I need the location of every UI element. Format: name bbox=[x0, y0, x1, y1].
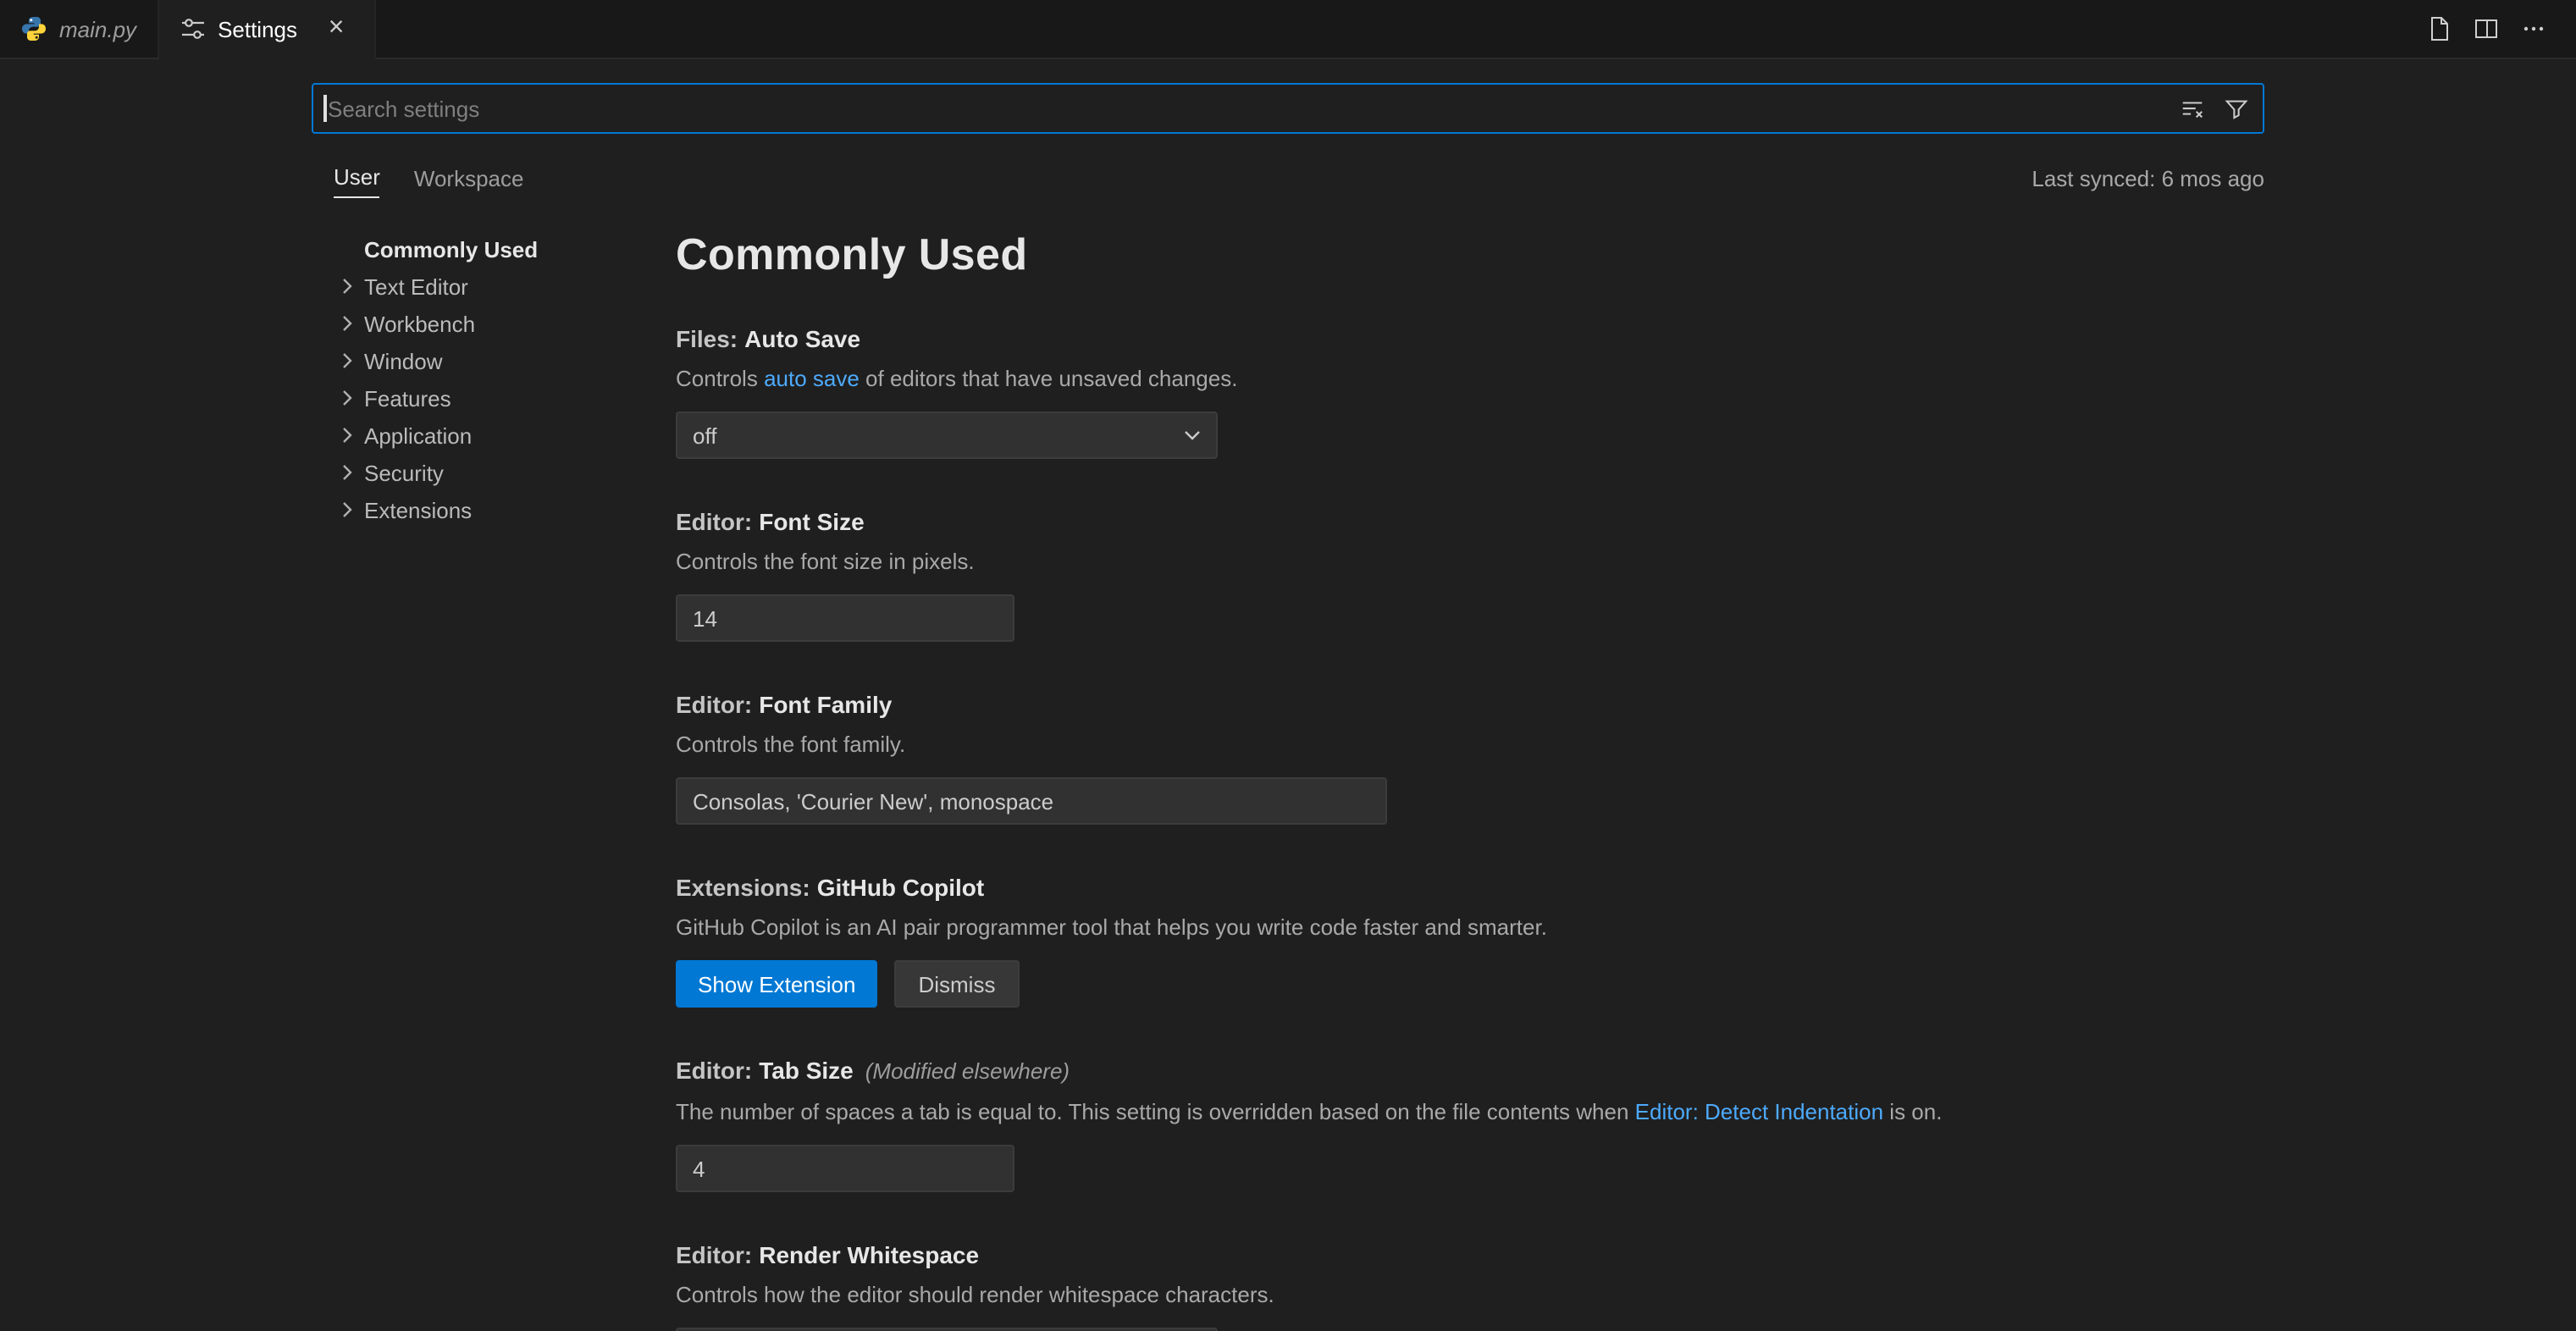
render-whitespace-select[interactable] bbox=[676, 1328, 1218, 1331]
chevron-right-icon bbox=[334, 422, 361, 449]
show-extension-button[interactable]: Show Extension bbox=[676, 960, 877, 1008]
setting-description: Controls auto save of editors that have … bbox=[676, 362, 2264, 396]
settings-editor: Search settings bbox=[0, 59, 2576, 1331]
detect-indentation-link[interactable]: Editor: Detect Indentation bbox=[1635, 1099, 1883, 1124]
setting-category: Editor: bbox=[676, 1057, 752, 1084]
toc-item-workbench[interactable]: Workbench bbox=[334, 305, 676, 342]
toc-item-application[interactable]: Application bbox=[334, 417, 676, 454]
setting-category: Editor: bbox=[676, 691, 752, 718]
setting-title: Files:Auto Save bbox=[676, 322, 2264, 356]
setting-name: GitHub Copilot bbox=[817, 874, 985, 901]
toc-indent bbox=[334, 235, 361, 262]
settings-sliders-icon bbox=[179, 15, 206, 42]
setting-title: Editor: Font Size bbox=[676, 505, 2264, 538]
chevron-right-icon bbox=[334, 273, 361, 300]
setting-title: Extensions: GitHub Copilot bbox=[676, 870, 2264, 904]
setting-title: Editor: Tab Size (Modified elsewhere) bbox=[676, 1053, 2264, 1089]
python-icon bbox=[20, 15, 47, 42]
toc-item-extensions[interactable]: Extensions bbox=[334, 491, 676, 528]
editor-tab-bar: main.py Settings × bbox=[0, 0, 2576, 59]
setting-description: The number of spaces a tab is equal to. … bbox=[676, 1096, 2264, 1129]
setting-title: Editor: Render Whitespace bbox=[676, 1238, 2264, 1272]
split-editor-icon[interactable] bbox=[2464, 7, 2508, 51]
tab-label: main.py bbox=[59, 16, 136, 41]
font-size-input[interactable] bbox=[676, 594, 1014, 642]
setting-description: Controls the font size in pixels. bbox=[676, 545, 2264, 579]
setting-title: Editor: Font Family bbox=[676, 688, 2264, 721]
tab-label: Settings bbox=[218, 16, 297, 41]
setting-files-auto-save: Files:Auto Save Controls auto save of ed… bbox=[676, 322, 2264, 459]
setting-editor-render-whitespace: Editor: Render Whitespace Controls how th… bbox=[676, 1238, 2264, 1331]
chevron-right-icon bbox=[334, 496, 361, 523]
chevron-right-icon bbox=[334, 384, 361, 411]
tab-size-input[interactable] bbox=[676, 1145, 1014, 1192]
settings-scope-row: User Workspace Last synced: 6 mos ago bbox=[312, 161, 2264, 198]
toc-item-security[interactable]: Security bbox=[334, 454, 676, 491]
editor-actions bbox=[2417, 0, 2576, 58]
dismiss-button[interactable]: Dismiss bbox=[894, 960, 1019, 1008]
setting-name: Auto Save bbox=[744, 325, 860, 352]
chevron-right-icon bbox=[334, 310, 361, 337]
tab-user[interactable]: User bbox=[334, 164, 380, 198]
search-placeholder: Search settings bbox=[328, 96, 2175, 121]
setting-extensions-github-copilot: Extensions: GitHub Copilot GitHub Copilot… bbox=[676, 870, 2264, 1008]
setting-description: GitHub Copilot is an AI pair programmer … bbox=[676, 911, 2264, 945]
setting-description: Controls the font family. bbox=[676, 728, 2264, 762]
setting-editor-tab-size: Editor: Tab Size (Modified elsewhere) The … bbox=[676, 1053, 2264, 1192]
setting-category: Editor: bbox=[676, 1241, 752, 1268]
font-family-input[interactable] bbox=[676, 777, 1387, 825]
toc-item-commonly-used[interactable]: Commonly Used bbox=[334, 230, 676, 268]
toc-item-window[interactable]: Window bbox=[334, 342, 676, 379]
vscode-window: main.py Settings × bbox=[0, 0, 2576, 1331]
settings-toc: Commonly Used Text Editor Workbench Wind… bbox=[312, 225, 676, 528]
modified-elsewhere-badge: (Modified elsewhere) bbox=[865, 1058, 1070, 1084]
open-settings-json-icon[interactable] bbox=[2417, 7, 2461, 51]
setting-description: Controls how the editor should render wh… bbox=[676, 1279, 2264, 1312]
setting-editor-font-family: Editor: Font Family Controls the font fam… bbox=[676, 688, 2264, 825]
setting-name: Font Size bbox=[759, 508, 864, 535]
filter-icon[interactable] bbox=[2219, 91, 2253, 125]
setting-name: Render Whitespace bbox=[759, 1241, 979, 1268]
editor-tab-settings[interactable]: Settings × bbox=[158, 0, 375, 59]
settings-list: Commonly Used Files:Auto Save Controls a… bbox=[676, 225, 2264, 1331]
setting-category: Extensions: bbox=[676, 874, 810, 901]
tab-workspace[interactable]: Workspace bbox=[414, 166, 524, 198]
clear-search-results-icon[interactable] bbox=[2175, 91, 2208, 125]
toc-item-text-editor[interactable]: Text Editor bbox=[334, 268, 676, 305]
chevron-down-icon bbox=[1179, 422, 1206, 449]
chevron-right-icon bbox=[334, 347, 361, 374]
text-caret bbox=[323, 95, 326, 122]
setting-category: Editor: bbox=[676, 508, 752, 535]
sync-status: Last synced: 6 mos ago bbox=[2032, 166, 2264, 198]
setting-category: Files: bbox=[676, 325, 738, 352]
setting-editor-font-size: Editor: Font Size Controls the font size … bbox=[676, 505, 2264, 642]
toc-item-features[interactable]: Features bbox=[334, 379, 676, 417]
auto-save-select[interactable]: off bbox=[676, 411, 1218, 459]
tab-bar-spacer bbox=[375, 0, 2417, 58]
setting-name: Font Family bbox=[759, 691, 892, 718]
close-icon[interactable]: × bbox=[319, 12, 353, 46]
auto-save-link[interactable]: auto save bbox=[764, 366, 860, 391]
editor-tab-main-py[interactable]: main.py bbox=[0, 0, 158, 58]
setting-name: Tab Size bbox=[759, 1057, 854, 1084]
settings-search-input[interactable]: Search settings bbox=[312, 83, 2264, 134]
chevron-right-icon bbox=[334, 459, 361, 486]
settings-group-title: Commonly Used bbox=[676, 229, 2264, 281]
more-actions-icon[interactable] bbox=[2512, 7, 2556, 51]
